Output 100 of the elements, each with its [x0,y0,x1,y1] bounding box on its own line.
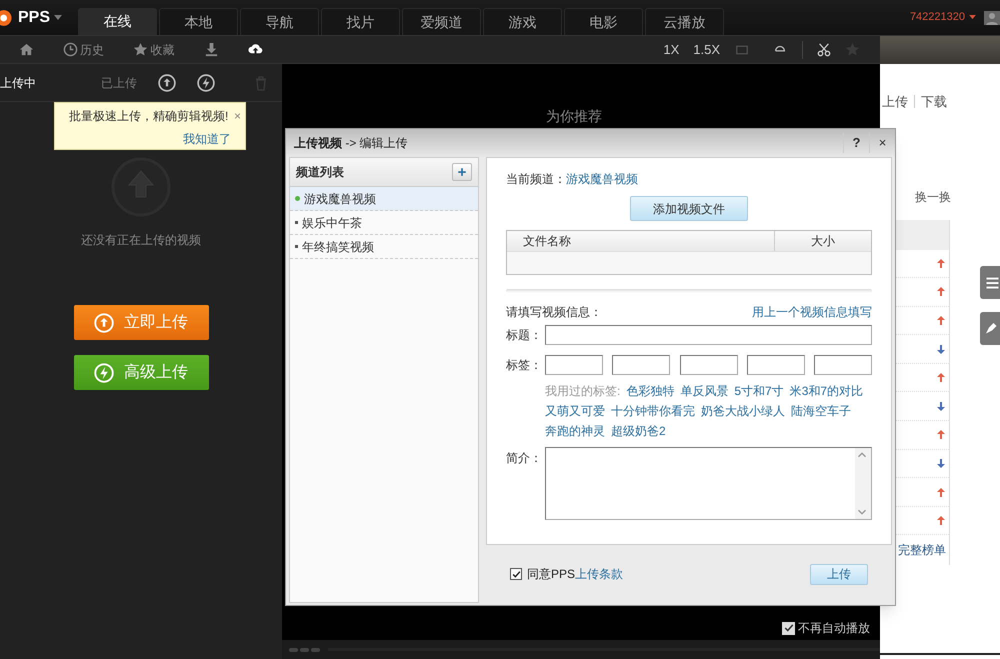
upload-link[interactable]: 上传 [882,92,908,112]
down-arrow-icon [937,344,945,354]
tag-link[interactable]: 5寸和7寸 [734,381,784,401]
checkbox-label: 同意PPS [527,566,576,583]
tag-link[interactable]: 十分钟带你看完 [611,401,695,421]
channel-item[interactable]: 娱乐中午茶 [290,211,478,235]
terms-link[interactable]: 上传条款 [575,565,624,583]
channel-link[interactable]: 游戏魔兽视频 [566,170,638,188]
tag-link[interactable]: 超级奶爸2 [611,421,666,441]
clock-icon [63,42,78,57]
screen-icon [734,44,750,56]
tag-link[interactable]: 色彩独特 [626,381,674,401]
lightning-circle-icon [197,74,215,92]
caret-icon [969,15,976,20]
home-icon [18,42,34,57]
logo-text: PPS [18,8,50,28]
logo-icon [0,9,14,27]
main-tab[interactable]: 电影 [564,8,643,35]
tag-link[interactable]: 奶爸大战小绿人 [701,401,785,421]
channel-item[interactable]: 年终搞笑视频 [290,235,478,259]
section-label: 请填写视频信息： [506,304,602,321]
main-tab[interactable]: 找片 [321,8,400,35]
list-icon [985,276,1000,288]
up-arrow-icon [937,430,945,440]
lightning-circle-icon [94,362,114,382]
add-button[interactable]: + [452,163,472,181]
dismiss-link[interactable]: 我知道了 [183,130,231,148]
tag-link[interactable]: 奔跑的神灵 [545,421,605,441]
side-button[interactable] [980,312,1000,345]
star-icon [133,42,148,57]
main-tab[interactable]: 游戏 [483,8,562,35]
up-arrow-icon [937,373,945,382]
column-header: 大小 [810,233,836,250]
check-icon [512,570,520,578]
empty-message: 还没有正在上传的视频 [81,232,201,249]
down-arrow-icon [937,458,945,468]
tag-link[interactable]: 米3和7的对比 [790,381,864,401]
upload-button[interactable]: 高级上传 [74,355,208,390]
tag-field[interactable] [814,355,872,375]
field-label: 标签： [506,357,543,374]
tag-field[interactable] [612,355,670,375]
tag-field[interactable] [545,355,603,375]
reuse-info-link[interactable]: 用上一个视频信息填写 [752,303,872,321]
upload-circle-icon [158,74,176,92]
main-tab[interactable]: 本地 [159,8,238,35]
up-arrow-icon [937,287,945,296]
section-title: 为你推荐 [546,108,602,124]
close-button[interactable]: × [869,133,895,153]
upload-tab[interactable]: 已上传 [84,74,154,92]
field-label: 标题： [506,327,543,344]
edit-icon [985,322,999,334]
intro-field[interactable] [545,447,872,520]
scissors-icon [817,42,831,56]
add-file-button[interactable]: 添加视频文件 [630,196,748,221]
main-tab[interactable]: 云播放 [645,8,724,35]
up-arrow-icon [937,488,945,497]
side-button[interactable] [980,266,1000,299]
speed-button[interactable]: 1X [663,40,680,60]
tag-link[interactable]: 单反风景 [680,381,728,401]
toolbar-button[interactable]: 收藏 [133,40,174,58]
upload-empty-icon [111,157,171,217]
checkbox-label: 不再自动播放 [798,620,870,637]
trash-icon [253,74,269,90]
panel-title: 频道列表 [296,164,344,181]
main-tab[interactable]: 在线 [78,8,157,35]
user-id[interactable]: 742221320 [910,9,965,26]
tag-field[interactable] [680,355,738,375]
speed-button[interactable]: 1.5X [693,40,720,60]
upload-button[interactable]: 立即上传 [74,305,208,340]
main-tab[interactable]: 爱频道 [402,8,481,35]
checkbox[interactable] [510,568,522,580]
check-icon [784,623,794,633]
tooltip-text: 批量极速上传，精确剪辑视频! [69,108,228,125]
user-icon [984,10,1000,24]
refresh-link[interactable]: 换一换 [915,188,1000,206]
toolbar-button[interactable]: 历史 [63,40,104,58]
close-button[interactable]: × [234,107,241,125]
title-field[interactable] [545,325,872,345]
up-arrow-icon [937,516,945,526]
download-icon [204,42,219,57]
tag-link[interactable]: 又萌又可爱 [545,401,605,421]
up-arrow-icon [937,316,945,325]
field-label: 简介： [506,450,543,467]
field-label: 当前频道： [506,171,566,188]
used-tags-label: 我用过的标签: [545,383,620,400]
down-arrow-icon [937,402,945,411]
submit-button[interactable]: 上传 [810,564,868,584]
help-button[interactable]: ? [843,133,869,153]
upload-tab[interactable]: 上传中 [0,74,40,92]
tag-field[interactable] [746,355,805,375]
caret-icon [54,15,62,21]
upload-circle-icon [94,312,114,332]
main-tab[interactable]: 导航 [240,8,319,35]
dialog-title: 上传视频 -> 编辑上传 [294,135,408,152]
download-link[interactable]: 下载 [921,92,947,112]
channel-item[interactable]: 游戏魔兽视频 [290,187,478,211]
column-header: 文件名称 [507,231,775,251]
checkbox[interactable] [782,622,795,634]
up-arrow-icon [937,258,945,268]
tag-link[interactable]: 陆海空车子 [791,401,851,421]
